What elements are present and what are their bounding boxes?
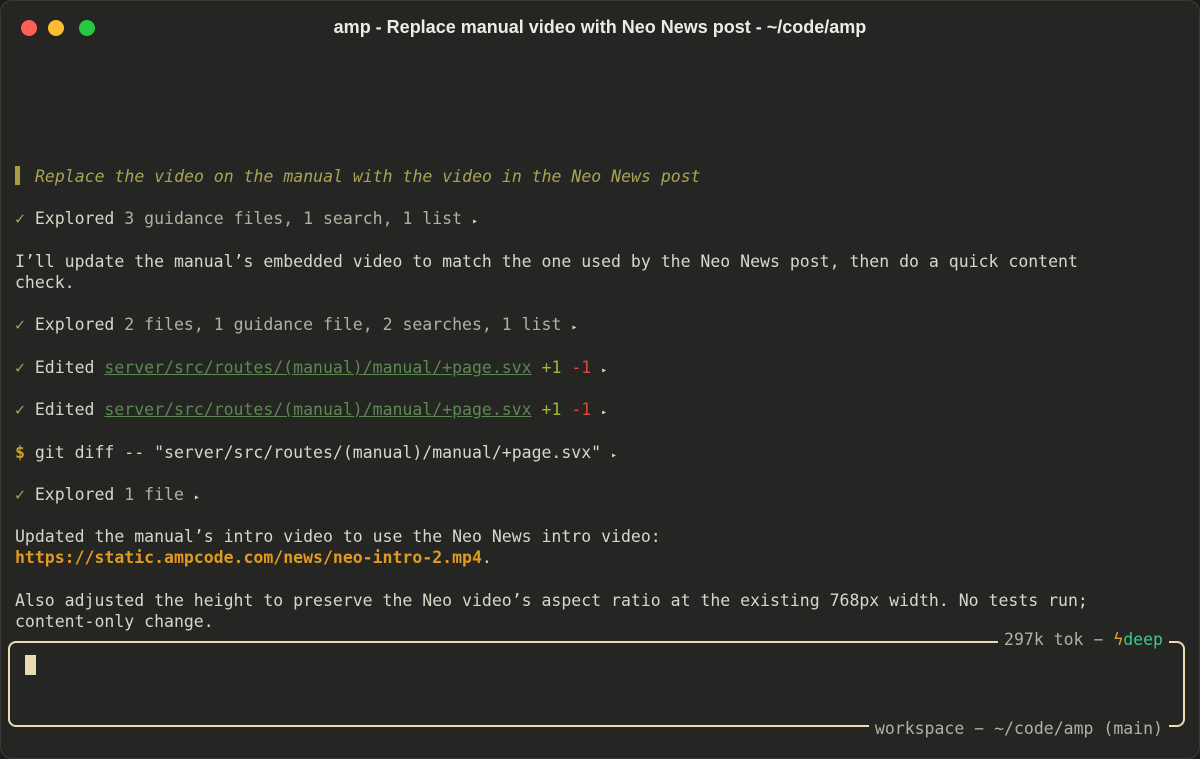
summary-url-line: https://static.ampcode.com/news/neo-intr…	[15, 547, 492, 568]
lines-removed: -1	[571, 358, 592, 377]
note-line: content-only change.	[15, 612, 214, 631]
edit-verb: Edited	[34, 400, 95, 419]
workspace-status: workspace − ~/code/amp (main)	[868, 719, 1169, 738]
expand-icon[interactable]: ▸	[571, 322, 577, 333]
command-item[interactable]: $ git diff -- "server/src/routes/(manual…	[15, 442, 617, 466]
explored-verb: Explored	[34, 209, 115, 228]
check-icon: ✓	[15, 358, 25, 377]
explored-item-3[interactable]: ✓ Explored 1 file ▸	[15, 484, 200, 508]
check-icon: ✓	[15, 485, 25, 504]
shell-prompt: $	[15, 443, 25, 462]
explored-verb: Explored	[34, 485, 115, 504]
edit-verb: Edited	[34, 358, 95, 377]
prompt-input[interactable]: 297k tok − ϟdeep workspace − ~/code/amp …	[8, 630, 1185, 738]
mode-label[interactable]: deep	[1123, 630, 1163, 649]
quote-bar	[15, 166, 20, 185]
check-icon: ✓	[15, 315, 25, 334]
token-status: 297k tok − ϟdeep	[998, 630, 1169, 649]
dash-separator: −	[974, 719, 985, 738]
explored-detail: 1 file	[124, 485, 184, 504]
expand-icon[interactable]: ▸	[611, 450, 617, 461]
text-cursor	[25, 655, 36, 675]
edit-item-2[interactable]: ✓ Edited server/src/routes/(manual)/manu…	[15, 399, 607, 423]
workspace-path: ~/code/amp (main)	[994, 719, 1163, 738]
assistant-reply-line: check.	[15, 273, 75, 292]
terminal-window: amp - Replace manual video with Neo News…	[0, 0, 1200, 759]
expand-icon[interactable]: ▸	[601, 407, 607, 418]
url-suffix: .	[481, 548, 492, 567]
lines-removed: -1	[571, 400, 592, 419]
lines-added: +1	[541, 358, 562, 377]
explored-verb: Explored	[34, 315, 115, 334]
explored-item-2[interactable]: ✓ Explored 2 files, 1 guidance file, 2 s…	[15, 314, 577, 338]
video-url-link[interactable]: https://static.ampcode.com/news/neo-intr…	[15, 548, 482, 567]
explored-item-1[interactable]: ✓ Explored 3 guidance files, 1 search, 1…	[15, 208, 478, 232]
note-line: Also adjusted the height to preserve the…	[15, 591, 1088, 610]
window-title: amp - Replace manual video with Neo News…	[333, 17, 867, 37]
file-link[interactable]: server/src/routes/(manual)/manual/+page.…	[104, 400, 531, 419]
dash-separator: −	[1093, 630, 1104, 649]
lines-added: +1	[541, 400, 562, 419]
expand-icon[interactable]: ▸	[601, 365, 607, 376]
expand-icon[interactable]: ▸	[194, 492, 200, 503]
command-text: git diff -- "server/src/routes/(manual)/…	[34, 443, 602, 462]
explored-detail: 3 guidance files, 1 search, 1 list	[124, 209, 463, 228]
user-message: Replace the video on the manual with the…	[35, 167, 701, 186]
bolt-icon: ϟ	[1113, 630, 1124, 649]
file-link[interactable]: server/src/routes/(manual)/manual/+page.…	[104, 358, 531, 377]
workspace-label: workspace	[874, 719, 965, 738]
check-icon: ✓	[15, 209, 25, 228]
assistant-reply-line: I’ll update the manual’s embedded video …	[15, 252, 1078, 271]
title-bar: amp - Replace manual video with Neo News…	[1, 1, 1199, 55]
summary-line: Updated the manual’s intro video to use …	[15, 527, 661, 546]
check-icon: ✓	[15, 400, 25, 419]
edit-item-1[interactable]: ✓ Edited server/src/routes/(manual)/manu…	[15, 357, 607, 381]
expand-icon[interactable]: ▸	[472, 216, 478, 227]
token-count: 297k tok	[1004, 630, 1084, 649]
explored-detail: 2 files, 1 guidance file, 2 searches, 1 …	[124, 315, 562, 334]
